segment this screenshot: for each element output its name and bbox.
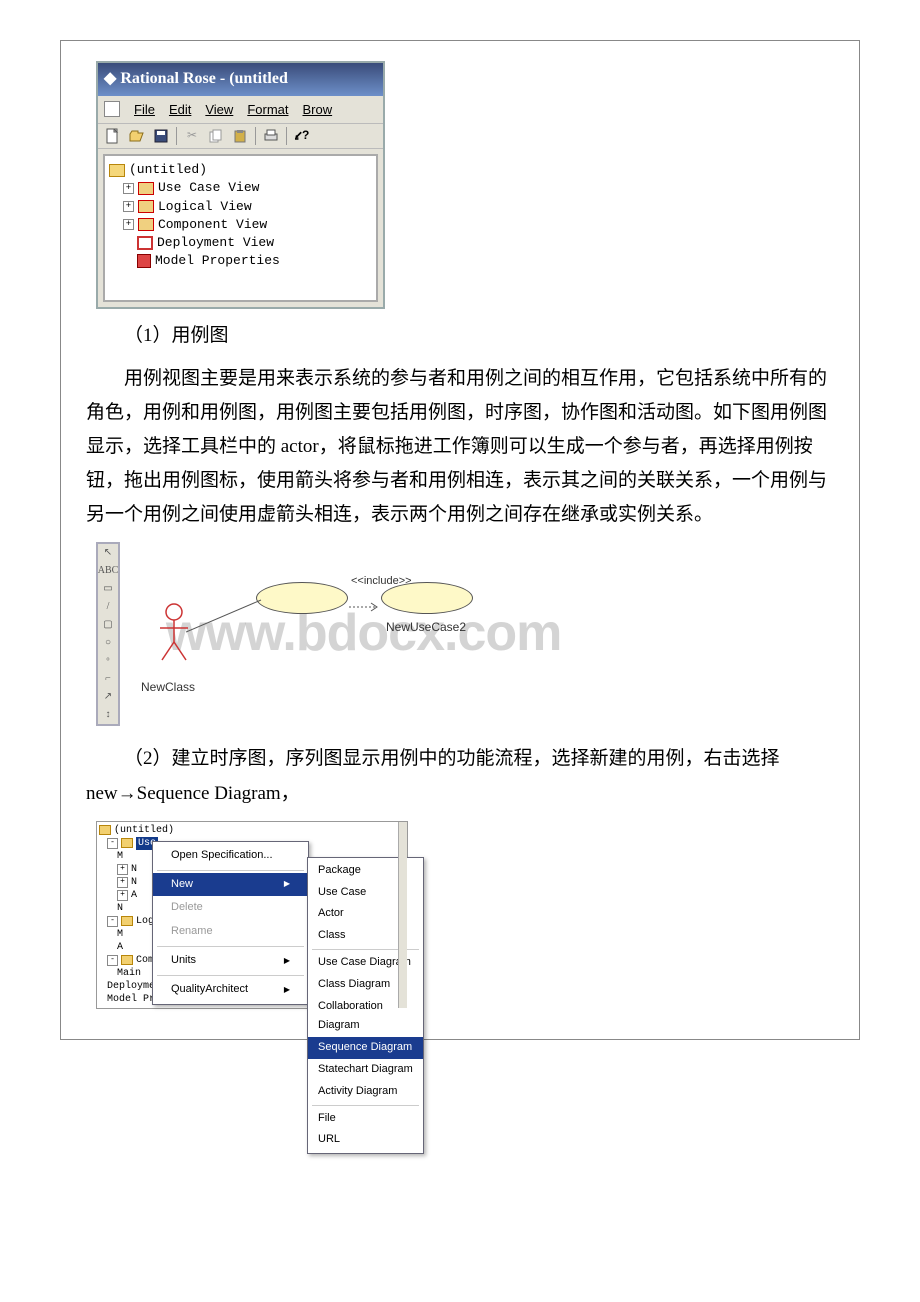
toolbar-separator [255,127,256,145]
fig2-toolbox: ↖ ABC ▭ / ▢ ○ ᵒ ⌐ ↗ ↕ [96,542,120,726]
fig1-titlebar: ◆ Rational Rose - (untitled [98,63,383,96]
folder-icon [109,164,125,177]
expand-icon[interactable]: + [117,890,128,901]
folder-icon [121,916,133,926]
menu-file[interactable]: File [134,98,155,121]
submenu-arrow-icon: ▶ [284,983,290,997]
fig1-toolbar: ✂ ⭹? [98,123,383,149]
ctx-open-spec[interactable]: Open Specification... [153,844,308,868]
toolbar-separator [176,127,177,145]
tool-gen[interactable]: ↕ [98,706,118,724]
menu-separator [312,1105,419,1106]
submenu-item[interactable]: Sequence Diagram [308,1037,423,1059]
document-frame: ◆ Rational Rose - (untitled File Edit Vi… [60,40,860,1040]
tool-assoc[interactable]: ⌐ [98,670,118,688]
open-icon[interactable] [128,127,146,145]
paste-icon[interactable] [231,127,249,145]
submenu-item[interactable]: Activity Diagram [308,1081,423,1103]
fig1-title: Rational Rose - (untitled [120,65,288,94]
submenu-arrow-icon: ▶ [284,954,290,968]
copy-icon[interactable] [207,127,225,145]
fig2-canvas: www.bdocx.com NewClass <<include>> [126,542,646,732]
folder-icon [138,182,154,195]
actor-label: NewClass [141,677,195,699]
scrollbar[interactable] [398,822,407,1008]
tool-select[interactable]: ↖ [98,544,118,562]
menu-edit[interactable]: Edit [169,98,191,121]
tree-root[interactable]: (untitled) [109,161,372,179]
package-icon [137,254,151,268]
section2-body: （2）建立时序图，序列图显示用例中的功能流程，选择新建的用例，右击选择 new→… [86,742,834,810]
usecase2-shape[interactable] [381,582,473,614]
tree-item-modelprops[interactable]: Model Properties [109,252,372,270]
box-icon [137,236,153,250]
tree-item-component[interactable]: + Component View [109,216,372,234]
cut-icon[interactable]: ✂ [183,127,201,145]
tool-package[interactable]: ▢ [98,616,118,634]
tree-item-deployment[interactable]: Deployment View [109,234,372,252]
tool-usecase[interactable]: ○ [98,634,118,652]
expand-icon[interactable]: + [123,183,134,194]
submenu-item[interactable]: Statechart Diagram [308,1059,423,1081]
usecase1-shape[interactable] [256,582,348,614]
toolbar-separator [286,127,287,145]
folder-icon [138,218,154,231]
menu-format[interactable]: Format [247,98,288,121]
folder-icon [99,825,111,835]
save-icon[interactable] [152,127,170,145]
expand-icon[interactable]: + [117,864,128,875]
collapse-icon[interactable]: - [107,838,118,849]
ctx-rename: Rename [153,920,308,944]
help-icon[interactable]: ⭹? [293,127,311,145]
collapse-icon[interactable]: - [107,955,118,966]
menu-separator [157,870,304,871]
tool-depend[interactable]: ↗ [98,688,118,706]
fig3-context-menu: (untitled) -Use M +N +N +A N -Logi M A -… [96,821,408,1009]
doc-icon [104,101,120,117]
expand-icon[interactable]: + [123,219,134,230]
ctx-delete: Delete [153,896,308,920]
tool-note[interactable]: ▭ [98,580,118,598]
submenu-item[interactable]: File [308,1108,423,1130]
tree-item-usecase[interactable]: + Use Case View [109,179,372,197]
rose-icon: ◆ [104,65,116,94]
ctx-new[interactable]: New▶ [153,873,308,897]
ctx-quality[interactable]: QualityArchitect▶ [153,978,308,1002]
tool-actor[interactable]: ᵒ [98,652,118,670]
ctx-units[interactable]: Units▶ [153,949,308,973]
section1-body: 用例视图主要是用来表示系统的参与者和用例之间的相互作用，它包括系统中所有的角色，… [86,362,834,533]
collapse-icon[interactable]: - [107,916,118,927]
tool-line[interactable]: / [98,598,118,616]
section1-heading: （1）用例图 [86,319,834,353]
folder-icon [138,200,154,213]
fig1-rational-rose-window: ◆ Rational Rose - (untitled File Edit Vi… [96,61,385,309]
context-menu: Open Specification... New▶ Delete Rename… [152,841,309,1005]
menu-browse[interactable]: Brow [302,98,332,121]
submenu-item[interactable]: URL [308,1129,423,1151]
fig1-tree: (untitled) + Use Case View + Logical Vie… [103,154,378,302]
include-arrow [349,590,381,600]
expand-icon[interactable]: + [123,201,134,212]
association-line [186,592,266,642]
menu-separator [157,975,304,976]
expand-icon[interactable]: + [117,877,128,888]
menu-view[interactable]: View [205,98,233,121]
usecase2-label: NewUseCase2 [386,617,466,639]
new-icon[interactable] [104,127,122,145]
print-icon[interactable] [262,127,280,145]
tree-item-logical[interactable]: + Logical View [109,198,372,216]
tree-row[interactable]: (untitled) [99,824,250,837]
folder-icon [121,838,133,848]
fig2-usecase-diagram: ↖ ABC ▭ / ▢ ○ ᵒ ⌐ ↗ ↕ www.bdocx.com [96,542,646,732]
submenu-arrow-icon: ▶ [284,877,290,891]
fig1-menubar: File Edit View Format Brow [98,96,383,123]
menu-separator [157,946,304,947]
folder-icon [121,955,133,965]
tool-text[interactable]: ABC [98,562,118,580]
